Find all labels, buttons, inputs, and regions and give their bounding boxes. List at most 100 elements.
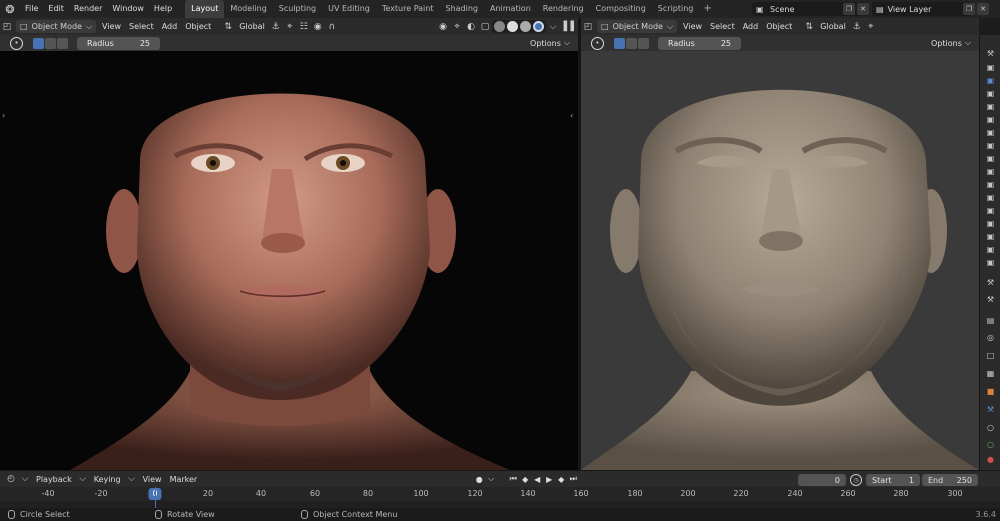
- editor-type-icon[interactable]: ◰: [581, 20, 595, 33]
- view-layer-selector[interactable]: ▤ View Layer: [872, 2, 972, 16]
- jump-start-icon[interactable]: ⏮: [507, 474, 519, 485]
- tab-texture-paint[interactable]: Texture Paint: [376, 0, 440, 18]
- prev-keyframe-icon[interactable]: ◆: [519, 474, 531, 485]
- xray-icon[interactable]: ▢: [478, 20, 492, 33]
- camera-icon[interactable]: ▣: [985, 219, 996, 229]
- new-scene-icon[interactable]: ❐: [843, 3, 855, 15]
- menu-view[interactable]: View: [139, 471, 166, 488]
- rendered-shading-icon[interactable]: [533, 21, 544, 32]
- tab-sculpting[interactable]: Sculpting: [273, 0, 322, 18]
- wrench-icon[interactable]: ⚒: [985, 278, 996, 288]
- jump-end-icon[interactable]: ⏭: [567, 474, 579, 485]
- tab-modeling[interactable]: Modeling: [224, 0, 272, 18]
- physics-icon[interactable]: ○: [985, 440, 996, 450]
- menu-view[interactable]: View: [98, 18, 125, 35]
- delete-view-layer-icon[interactable]: ✕: [977, 3, 989, 15]
- camera-icon[interactable]: ▣: [985, 102, 996, 112]
- start-frame-field[interactable]: Start 1: [866, 474, 920, 486]
- menu-add[interactable]: Add: [739, 18, 763, 35]
- mode-dropdown[interactable]: □ Object Mode ⌵: [16, 20, 97, 33]
- scene-props-icon[interactable]: ▤: [985, 316, 996, 326]
- camera-icon[interactable]: ▣: [985, 141, 996, 151]
- timeline-ruler[interactable]: -40 -20 0 20 40 60 80 100 120 140 160 18…: [0, 487, 1000, 501]
- tab-layout[interactable]: Layout: [185, 0, 225, 18]
- menu-select[interactable]: Select: [706, 18, 739, 35]
- orientation-dropdown[interactable]: Global: [816, 18, 850, 35]
- tab-compositing[interactable]: Compositing: [590, 0, 652, 18]
- select-new-icon[interactable]: [614, 37, 625, 49]
- menu-edit[interactable]: Edit: [43, 0, 69, 18]
- chevron-down-icon[interactable]: ⌵: [18, 473, 32, 486]
- camera-icon[interactable]: ▣: [985, 167, 996, 177]
- material-icon[interactable]: ●: [985, 455, 996, 465]
- solid-shading-icon[interactable]: [507, 21, 518, 32]
- select-circle-tool-icon[interactable]: •: [591, 36, 604, 50]
- timeline-body[interactable]: [0, 501, 1000, 508]
- camera-icon[interactable]: ▣: [985, 232, 996, 242]
- collapse-left-arrow-icon[interactable]: ›: [2, 111, 5, 120]
- editor-type-icon[interactable]: ◰: [0, 20, 14, 33]
- menu-window[interactable]: Window: [107, 0, 149, 18]
- pause-icon[interactable]: ▐▐: [560, 20, 574, 33]
- menu-object[interactable]: Object: [181, 18, 215, 35]
- select-extend-icon[interactable]: [626, 37, 637, 49]
- tool-props-icon[interactable]: ⚒: [985, 49, 996, 59]
- menu-marker[interactable]: Marker: [166, 471, 202, 488]
- next-keyframe-icon[interactable]: ◆: [555, 474, 567, 485]
- tab-scripting[interactable]: Scripting: [652, 0, 700, 18]
- texture-icon[interactable]: ▦: [985, 369, 996, 379]
- menu-file[interactable]: File: [20, 0, 43, 18]
- pivot-icon[interactable]: ⚓: [850, 20, 864, 33]
- visibility-icon[interactable]: ◉: [436, 20, 450, 33]
- blender-logo-icon[interactable]: ❂: [0, 0, 20, 18]
- clock-editor-icon[interactable]: ◴: [4, 473, 18, 486]
- radius-field[interactable]: Radius 25: [77, 36, 160, 50]
- record-icon[interactable]: ●: [473, 474, 485, 485]
- proportional-edit-icon[interactable]: ◉: [311, 20, 325, 33]
- menu-keying[interactable]: Keying: [90, 471, 125, 488]
- tab-uv-editing[interactable]: UV Editing: [322, 0, 376, 18]
- end-frame-field[interactable]: End 250: [922, 474, 978, 486]
- menu-object[interactable]: Object: [762, 18, 796, 35]
- chevron-down-icon[interactable]: ⌵: [485, 474, 497, 485]
- add-workspace-button[interactable]: +: [699, 0, 715, 18]
- camera-icon[interactable]: ▣: [985, 258, 996, 268]
- tab-rendering[interactable]: Rendering: [537, 0, 590, 18]
- menu-select[interactable]: Select: [125, 18, 158, 35]
- menu-help[interactable]: Help: [149, 0, 177, 18]
- particles-icon[interactable]: ○: [985, 423, 996, 433]
- new-view-layer-icon[interactable]: ❐: [963, 3, 975, 15]
- tab-shading[interactable]: Shading: [439, 0, 484, 18]
- snap-icon[interactable]: ⌖: [864, 20, 878, 33]
- current-frame-field[interactable]: 0: [798, 474, 846, 486]
- camera-icon[interactable]: ▣: [985, 193, 996, 203]
- pivot-icon[interactable]: ⚓: [269, 20, 283, 33]
- menu-render[interactable]: Render: [69, 0, 107, 18]
- falloff-icon[interactable]: ∩: [325, 20, 339, 33]
- camera-icon[interactable]: ▣: [985, 206, 996, 216]
- options-button[interactable]: Options ⌵: [526, 37, 574, 49]
- options-button[interactable]: Options ⌵: [927, 37, 975, 49]
- render-props-icon[interactable]: ▣: [985, 63, 996, 73]
- preview-range-icon[interactable]: ◷: [850, 474, 862, 486]
- select-subtract-icon[interactable]: [57, 37, 68, 49]
- object-props-icon[interactable]: ■: [985, 387, 996, 397]
- play-reverse-icon[interactable]: ◀: [531, 474, 543, 485]
- orientation-dropdown[interactable]: Global: [235, 18, 269, 35]
- camera-icon[interactable]: ▣: [985, 180, 996, 190]
- select-extend-icon[interactable]: [45, 37, 56, 49]
- overlays-icon[interactable]: ◐: [464, 20, 478, 33]
- menu-playback[interactable]: Playback: [32, 471, 76, 488]
- menu-view[interactable]: View: [679, 18, 706, 35]
- wireframe-shading-icon[interactable]: [494, 21, 505, 32]
- world-props-icon[interactable]: ◎: [985, 333, 996, 343]
- radius-field[interactable]: Radius 25: [658, 36, 741, 50]
- output-props-icon[interactable]: ▣: [985, 76, 996, 86]
- playhead-line[interactable]: [155, 487, 156, 508]
- camera-icon[interactable]: ▣: [985, 115, 996, 125]
- right-3d-viewport[interactable]: [581, 51, 979, 470]
- gizmo-icon[interactable]: ⌖: [450, 20, 464, 33]
- select-circle-tool-icon[interactable]: •: [10, 36, 23, 50]
- collection-icon[interactable]: □: [985, 351, 996, 361]
- camera-icon[interactable]: ▣: [985, 245, 996, 255]
